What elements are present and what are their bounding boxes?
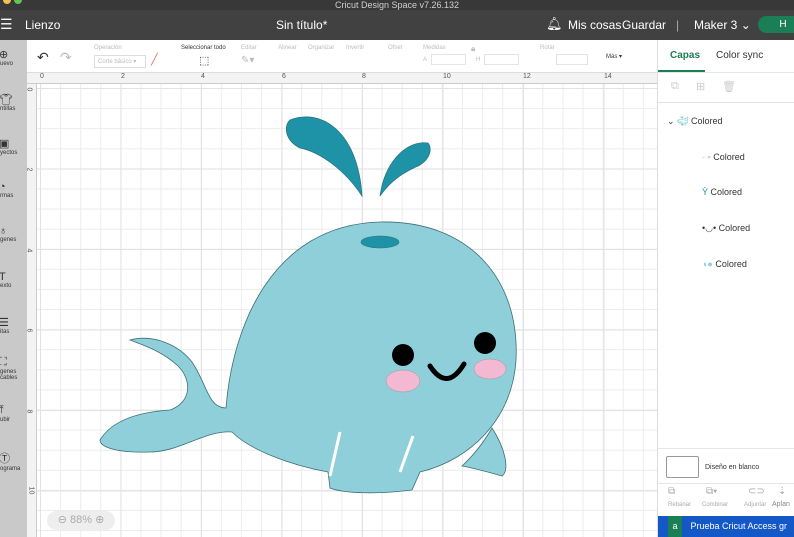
machine-select[interactable]: Maker 3 ⌄ [694, 18, 751, 32]
whale-cheek-left [385, 369, 421, 393]
zoom-level: 88% [69, 514, 93, 526]
cricut-access-icon: a [668, 516, 682, 537]
separator: | [676, 18, 680, 32]
face-thumb-icon: •◡• [702, 223, 717, 233]
make-button[interactable]: H [758, 16, 794, 33]
zoom-control: ⊖ 88% ⊕ [47, 511, 115, 530]
layer-item[interactable]: Ỳ Colored [702, 187, 742, 197]
slice-button[interactable]: Rebanar [668, 502, 691, 508]
attach-icon: ⊂⊃ [748, 486, 765, 497]
layer-label: Colored [713, 152, 745, 162]
whale-blowhole [360, 235, 400, 249]
spout-thumb-icon: Ỳ [702, 187, 709, 197]
tab-color-sync[interactable]: Color sync [716, 50, 763, 61]
attach-button[interactable]: Adjuntar [744, 502, 766, 508]
layer-item[interactable]: - ▪ Colored [702, 152, 745, 162]
layers-panel: Capas Color sync ⧉ ⊞ 🗑︎ ⌄ 🐳︎ Colored - ▪… [657, 40, 794, 537]
whale-spout-right [379, 142, 431, 197]
cheeks-thumb-icon: - ▪ [702, 152, 711, 162]
promo-text: Prueba Cricut Access gr [690, 521, 788, 531]
duplicate-icon[interactable]: ⊞ [696, 80, 705, 93]
slice-icon: ⧉ [668, 486, 676, 497]
divider [658, 72, 794, 73]
combine-icon: ⧉▾ [706, 486, 718, 497]
body-thumb-icon: ◖● [702, 259, 713, 269]
whale-spout-left [285, 116, 363, 198]
zoom-in-button[interactable]: ⊕ [95, 514, 104, 526]
divider [658, 102, 794, 103]
tab-layers[interactable]: Capas [670, 50, 700, 61]
whale-eye-right [474, 332, 496, 354]
whale-design[interactable] [0, 0, 657, 537]
combine-button[interactable]: Combinar [702, 502, 728, 508]
flatten-icon: ⇣ [778, 486, 787, 497]
flatten-button[interactable]: Aplan [772, 501, 790, 508]
whale-thumb-icon: 🐳︎ [677, 116, 689, 126]
layer-label: Colored [715, 259, 747, 269]
whale-cheek-right [473, 358, 507, 380]
blank-swatch[interactable] [666, 456, 699, 478]
layer-group[interactable]: ⌄ 🐳︎ Colored [667, 116, 723, 127]
layer-item[interactable]: •◡• Colored [702, 223, 750, 234]
layer-label: Colored [718, 223, 751, 233]
machine-label: Maker 3 [694, 18, 738, 32]
zoom-out-button[interactable]: ⊖ [58, 514, 67, 526]
blank-label: Diseño en blanco [705, 464, 760, 471]
promo-banner[interactable]: a Prueba Cricut Access gr [658, 516, 794, 537]
blank-canvas-row[interactable]: Diseño en blanco [658, 448, 794, 484]
layer-label: Colored [710, 187, 743, 197]
layer-label: Colored [691, 116, 723, 126]
trash-icon[interactable]: 🗑︎ [722, 80, 736, 93]
whale-body [99, 221, 517, 494]
group-icon[interactable]: ⧉ [671, 80, 679, 93]
panel-actions: ⧉ Rebanar ⧉▾ Combinar ⊂⊃ Adjuntar ⇣ Apla… [658, 485, 794, 513]
whale-eye-left [392, 344, 414, 366]
layer-item[interactable]: ◖● Colored [702, 259, 747, 269]
